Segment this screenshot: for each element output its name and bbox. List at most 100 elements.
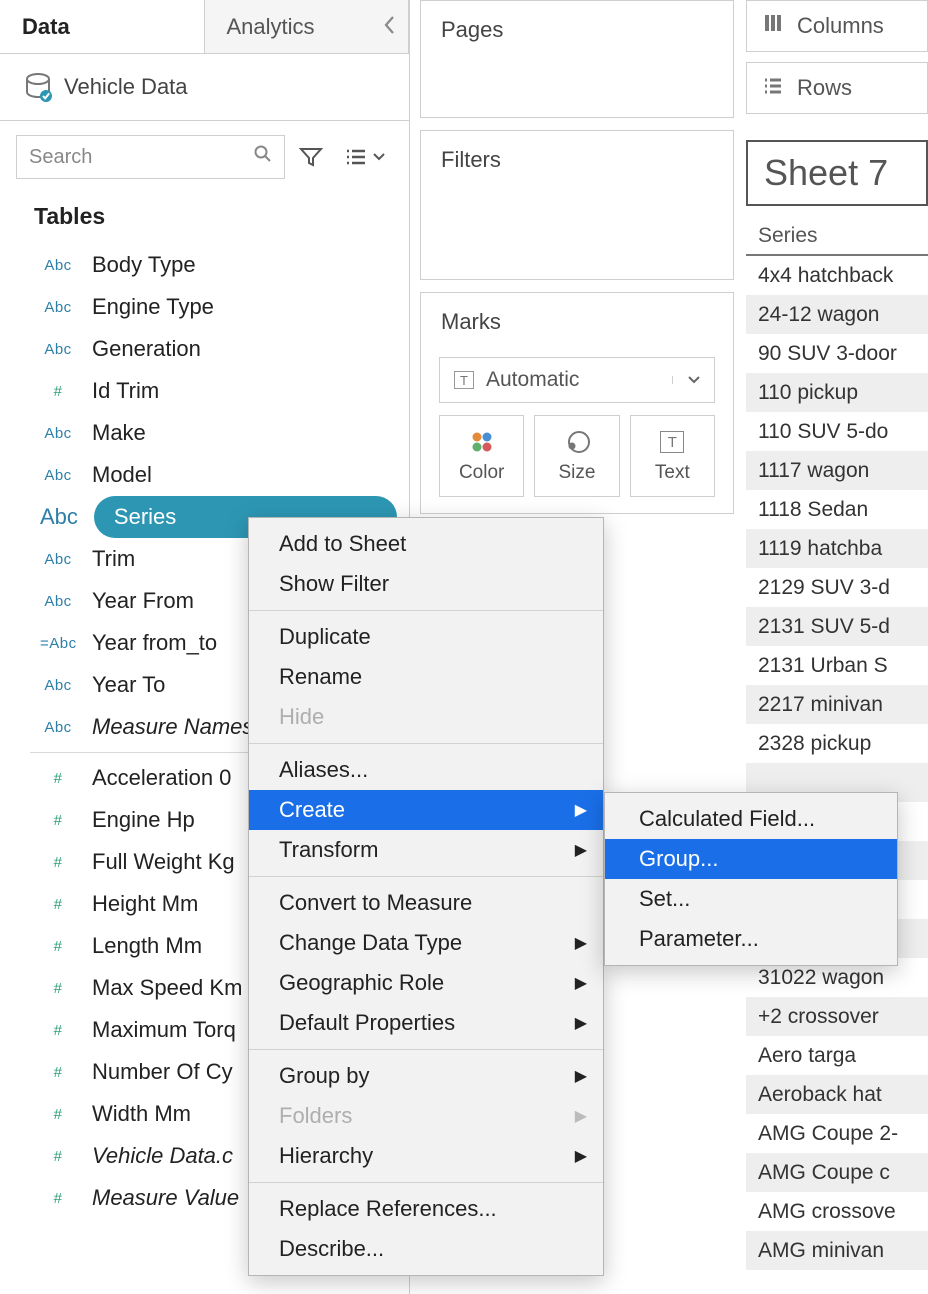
table-row[interactable]: Aeroback hat [746, 1075, 928, 1114]
field-row[interactable]: AbcMake [0, 412, 397, 454]
ctx-show-filter[interactable]: Show Filter [249, 564, 603, 604]
table-row[interactable]: 4x4 hatchback [746, 256, 928, 295]
number-type-icon: # [40, 1022, 76, 1039]
number-type-icon: # [40, 383, 76, 400]
table-row[interactable]: AMG Coupe c [746, 1153, 928, 1192]
submenu-set[interactable]: Set... [605, 879, 897, 919]
marks-title: Marks [421, 293, 733, 351]
table-row[interactable]: AMG Coupe 2- [746, 1114, 928, 1153]
table-row[interactable]: 1118 Sedan [746, 490, 928, 529]
marks-text-button[interactable]: T Text [630, 415, 715, 497]
pages-card[interactable]: Pages [420, 0, 734, 118]
field-row[interactable]: AbcModel [0, 454, 397, 496]
string-type-icon: Abc [40, 677, 76, 694]
submenu-calculated-field[interactable]: Calculated Field... [605, 799, 897, 839]
field-label: Generation [92, 336, 201, 362]
ctx-duplicate[interactable]: Duplicate [249, 617, 603, 657]
table-row[interactable]: 2328 pickup [746, 724, 928, 763]
field-label: Make [92, 420, 146, 446]
table-row[interactable]: 110 pickup [746, 373, 928, 412]
field-label: Full Weight Kg [92, 849, 235, 875]
tab-data[interactable]: Data [0, 0, 205, 53]
sheet-title[interactable]: Sheet 7 [746, 140, 928, 206]
view-options-button[interactable] [337, 141, 393, 173]
marks-type-dropdown[interactable]: T Automatic [439, 357, 715, 403]
filters-card[interactable]: Filters [420, 130, 734, 280]
field-row[interactable]: AbcBody Type [0, 244, 397, 286]
field-label: Id Trim [92, 378, 159, 404]
field-label: Height Mm [92, 891, 198, 917]
ctx-geographic-role[interactable]: Geographic Role ▶ [249, 963, 603, 1003]
table-row[interactable]: 2131 SUV 5-d [746, 607, 928, 646]
ctx-transform[interactable]: Transform ▶ [249, 830, 603, 870]
table-row[interactable]: 110 SUV 5-do [746, 412, 928, 451]
marks-size-label: Size [559, 462, 596, 484]
search-placeholder: Search [29, 146, 246, 169]
columns-shelf[interactable]: Columns [746, 0, 928, 52]
ctx-create[interactable]: Create ▶ [249, 790, 603, 830]
ctx-replace-references[interactable]: Replace References... [249, 1189, 603, 1229]
ctx-group-by[interactable]: Group by ▶ [249, 1056, 603, 1096]
marks-text-label: Text [655, 462, 690, 484]
table-row[interactable]: Aero targa [746, 1036, 928, 1075]
ctx-rename[interactable]: Rename [249, 657, 603, 697]
table-row[interactable]: 1117 wagon [746, 451, 928, 490]
table-row[interactable]: 90 SUV 3-door [746, 334, 928, 373]
view-column: Columns Rows Sheet 7 Series 4x4 hatchbac… [746, 0, 928, 1270]
table-row[interactable]: AMG minivan [746, 1231, 928, 1270]
marks-size-button[interactable]: Size [534, 415, 619, 497]
submenu-arrow-icon: ▶ [575, 1146, 587, 1166]
field-row[interactable]: AbcGeneration [0, 328, 397, 370]
create-submenu: Calculated Field... Group... Set... Para… [604, 792, 898, 966]
table-row[interactable]: 2129 SUV 3-d [746, 568, 928, 607]
table-row[interactable]: AMG crossove [746, 1192, 928, 1231]
filter-fields-button[interactable] [295, 141, 327, 173]
table-row[interactable]: 1119 hatchba [746, 529, 928, 568]
field-context-menu: Add to Sheet Show Filter Duplicate Renam… [248, 517, 604, 1276]
ctx-convert-to-measure[interactable]: Convert to Measure [249, 883, 603, 923]
ctx-aliases[interactable]: Aliases... [249, 750, 603, 790]
number-type-icon: # [40, 1064, 76, 1081]
field-row[interactable]: # Id Trim [0, 370, 397, 412]
tab-analytics[interactable]: Analytics [205, 0, 410, 53]
ctx-add-to-sheet[interactable]: Add to Sheet [249, 524, 603, 564]
number-type-icon: # [40, 770, 76, 787]
collapse-pane-icon[interactable] [384, 14, 396, 40]
table-row[interactable]: 24-12 wagon [746, 295, 928, 334]
field-label: Year From [92, 588, 194, 614]
menu-separator [249, 1182, 603, 1183]
ctx-describe[interactable]: Describe... [249, 1229, 603, 1269]
filters-title: Filters [421, 131, 733, 189]
submenu-group[interactable]: Group... [605, 839, 897, 879]
rows-icon [763, 75, 783, 101]
text-icon: T [660, 428, 684, 456]
string-type-icon: Abc [40, 299, 76, 316]
chevron-down-icon [672, 376, 714, 384]
field-label: Year To [92, 672, 165, 698]
field-label: Width Mm [92, 1101, 191, 1127]
submenu-arrow-icon: ▶ [575, 1066, 587, 1086]
marks-type-label: Automatic [486, 368, 579, 392]
sheet-column-header[interactable]: Series [746, 220, 928, 256]
datasource-row[interactable]: Vehicle Data [0, 54, 409, 121]
field-label: Measure Value [92, 1185, 239, 1211]
search-input[interactable]: Search [16, 135, 285, 179]
string-type-icon: Abc [40, 593, 76, 610]
ctx-default-properties[interactable]: Default Properties ▶ [249, 1003, 603, 1043]
marks-color-button[interactable]: Color [439, 415, 524, 497]
field-label: Number Of Cy [92, 1059, 233, 1085]
table-row[interactable]: +2 crossover [746, 997, 928, 1036]
field-row[interactable]: AbcEngine Type [0, 286, 397, 328]
table-row[interactable]: 2131 Urban S [746, 646, 928, 685]
field-label: Length Mm [92, 933, 202, 959]
field-label: Maximum Torq [92, 1017, 236, 1043]
ctx-change-data-type[interactable]: Change Data Type ▶ [249, 923, 603, 963]
table-row[interactable]: 2217 minivan [746, 685, 928, 724]
ctx-hierarchy[interactable]: Hierarchy ▶ [249, 1136, 603, 1176]
rows-shelf[interactable]: Rows [746, 62, 928, 114]
field-label: Max Speed Km [92, 975, 242, 1001]
columns-icon [763, 13, 783, 39]
number-type-icon: # [40, 1148, 76, 1165]
submenu-parameter[interactable]: Parameter... [605, 919, 897, 959]
menu-separator [249, 610, 603, 611]
